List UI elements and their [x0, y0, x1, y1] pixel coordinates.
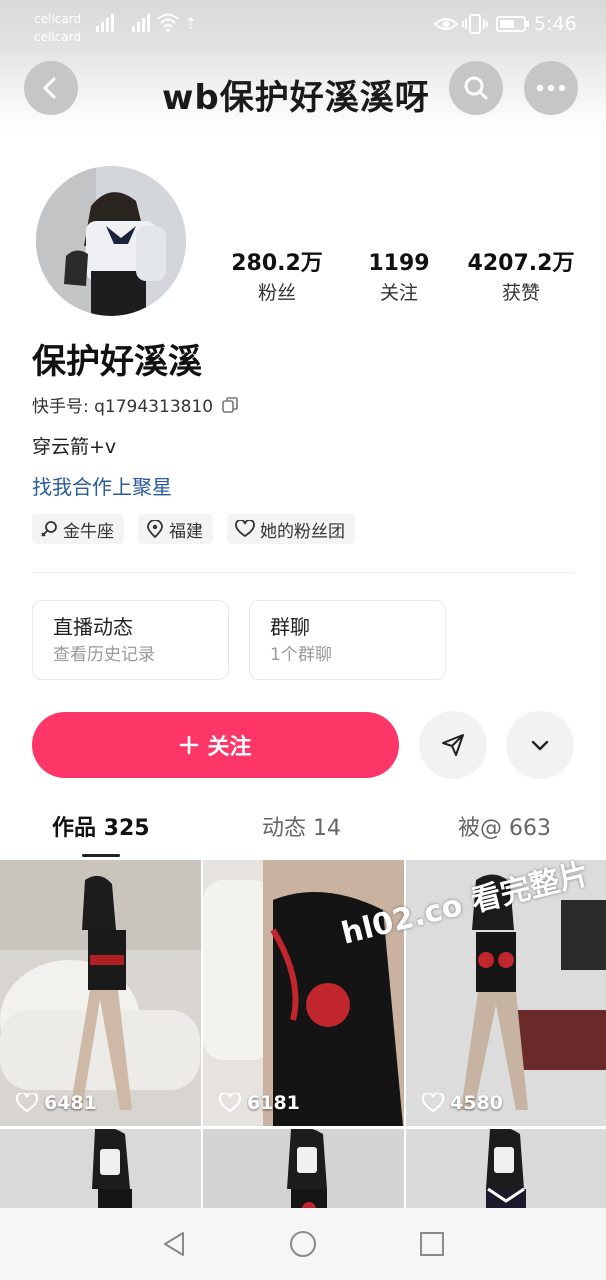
top-bar: wb保护好溪溪呀: [0, 52, 606, 132]
section-divider: [32, 572, 574, 573]
heart-icon: [422, 1093, 444, 1113]
likes-label: 获赞: [501, 282, 540, 304]
likes-count: 4207.2万: [467, 251, 575, 276]
nav-back-button[interactable]: [158, 1228, 190, 1260]
heart-icon: [16, 1093, 38, 1113]
like-count-value: 6181: [247, 1092, 300, 1114]
copy-icon[interactable]: [221, 396, 239, 414]
like-count-value: 6481: [44, 1092, 97, 1114]
stat-followers[interactable]: 280.2万 粉丝: [216, 250, 338, 308]
chevron-down-icon: [531, 740, 549, 751]
like-count-value: 4580: [450, 1092, 503, 1114]
video-tile[interactable]: [406, 1129, 606, 1208]
back-icon: [43, 77, 56, 99]
location-icon: [147, 520, 163, 538]
nav-recents-button[interactable]: [416, 1228, 448, 1260]
following-count: 1199: [368, 251, 430, 276]
video-thumbnail: [0, 860, 201, 1126]
profile-name: 保护好溪溪: [32, 342, 202, 382]
video-tile[interactable]: 6481: [0, 860, 201, 1126]
back-button[interactable]: [24, 61, 78, 115]
like-count: 6181: [219, 1092, 300, 1114]
carrier-1: cellcard: [34, 12, 81, 26]
signal-icon: [132, 14, 150, 32]
profile-bio: 穿云箭+v: [32, 436, 117, 458]
more-button[interactable]: [524, 61, 578, 115]
avatar[interactable]: [36, 166, 186, 316]
group-chat-card[interactable]: 群聊 1个群聊: [249, 600, 446, 680]
vibrate-icon: [462, 14, 488, 34]
nav-home-icon: [290, 1231, 316, 1257]
follow-button[interactable]: 关注: [32, 712, 399, 778]
tag-zodiac-label: 金牛座: [63, 521, 114, 542]
tag-location[interactable]: 福建: [138, 514, 213, 544]
follow-label: 关注: [207, 735, 252, 760]
video-thumbnail: [0, 1129, 201, 1208]
send-icon: [442, 734, 464, 756]
battery-icon: [496, 16, 529, 32]
group-chat-subtitle: 1个群聊: [270, 645, 332, 665]
nav-recents-icon: [420, 1232, 444, 1256]
live-history-subtitle: 查看历史记录: [53, 645, 155, 665]
eye-icon: [434, 18, 458, 30]
followers-count: 280.2万: [231, 251, 323, 276]
wifi-icon: [157, 13, 179, 32]
heart-icon: [219, 1093, 241, 1113]
tab-indicator: [82, 854, 120, 857]
upload-icon: ⇡: [184, 14, 198, 33]
search-icon: [464, 76, 488, 100]
expand-button[interactable]: [506, 711, 574, 779]
live-history-card[interactable]: 直播动态 查看历史记录: [32, 600, 229, 680]
tab-moments[interactable]: 动态 14: [262, 810, 341, 842]
profile-stats: 280.2万 粉丝 1199 关注 4207.2万 获赞: [216, 250, 592, 308]
send-message-button[interactable]: [419, 711, 487, 779]
tag-zodiac[interactable]: 金牛座: [32, 514, 124, 544]
avatar-photo: [36, 166, 186, 316]
carrier-info: cellcard cellcard: [34, 10, 81, 46]
page-title: wb保护好溪溪呀: [162, 78, 430, 118]
tag-fan-group-label: 她的粉丝团: [260, 521, 345, 542]
tab-mentions[interactable]: 被@ 663: [458, 810, 551, 842]
cooperation-link[interactable]: 找我合作上聚星: [32, 471, 172, 500]
system-nav-bar: [0, 1208, 606, 1280]
like-count: 4580: [422, 1092, 503, 1114]
kuaishou-id-row: 快手号: q1794313810: [32, 392, 239, 417]
following-label: 关注: [379, 282, 418, 304]
status-bar: cellcard cellcard ⇡ 5:46: [0, 0, 606, 52]
tab-works[interactable]: 作品 325: [52, 810, 150, 842]
video-thumbnail: [406, 1129, 606, 1208]
heart-group-icon: [235, 520, 255, 538]
followers-label: 粉丝: [257, 282, 296, 304]
group-chat-title: 群聊: [270, 615, 310, 639]
clock: 5:46: [534, 13, 577, 35]
live-history-title: 直播动态: [53, 615, 133, 639]
video-tile[interactable]: [0, 1129, 201, 1208]
tag-fan-group[interactable]: 她的粉丝团: [227, 514, 355, 544]
content-tabs: 作品 325 动态 14 被@ 663: [0, 800, 606, 858]
video-thumbnail: [203, 1129, 404, 1208]
nav-back-icon: [164, 1232, 184, 1256]
kuaishou-id: 快手号: q1794313810: [32, 397, 214, 417]
tag-location-label: 福建: [169, 521, 203, 542]
video-grid: 6481 6181 4580: [0, 860, 606, 1208]
search-button[interactable]: [449, 61, 503, 115]
video-tile[interactable]: [203, 1129, 404, 1208]
carrier-2: cellcard: [34, 30, 81, 44]
signal-icon: [96, 14, 114, 32]
more-icon: [536, 84, 566, 92]
nav-home-button[interactable]: [287, 1228, 319, 1260]
stat-following[interactable]: 1199 关注: [338, 250, 460, 308]
profile-tags: 金牛座 福建 她的粉丝团: [32, 514, 355, 544]
zodiac-icon: [41, 521, 57, 537]
plus-icon: [180, 735, 199, 755]
stat-likes[interactable]: 4207.2万 获赞: [460, 250, 582, 308]
like-count: 6481: [16, 1092, 97, 1114]
